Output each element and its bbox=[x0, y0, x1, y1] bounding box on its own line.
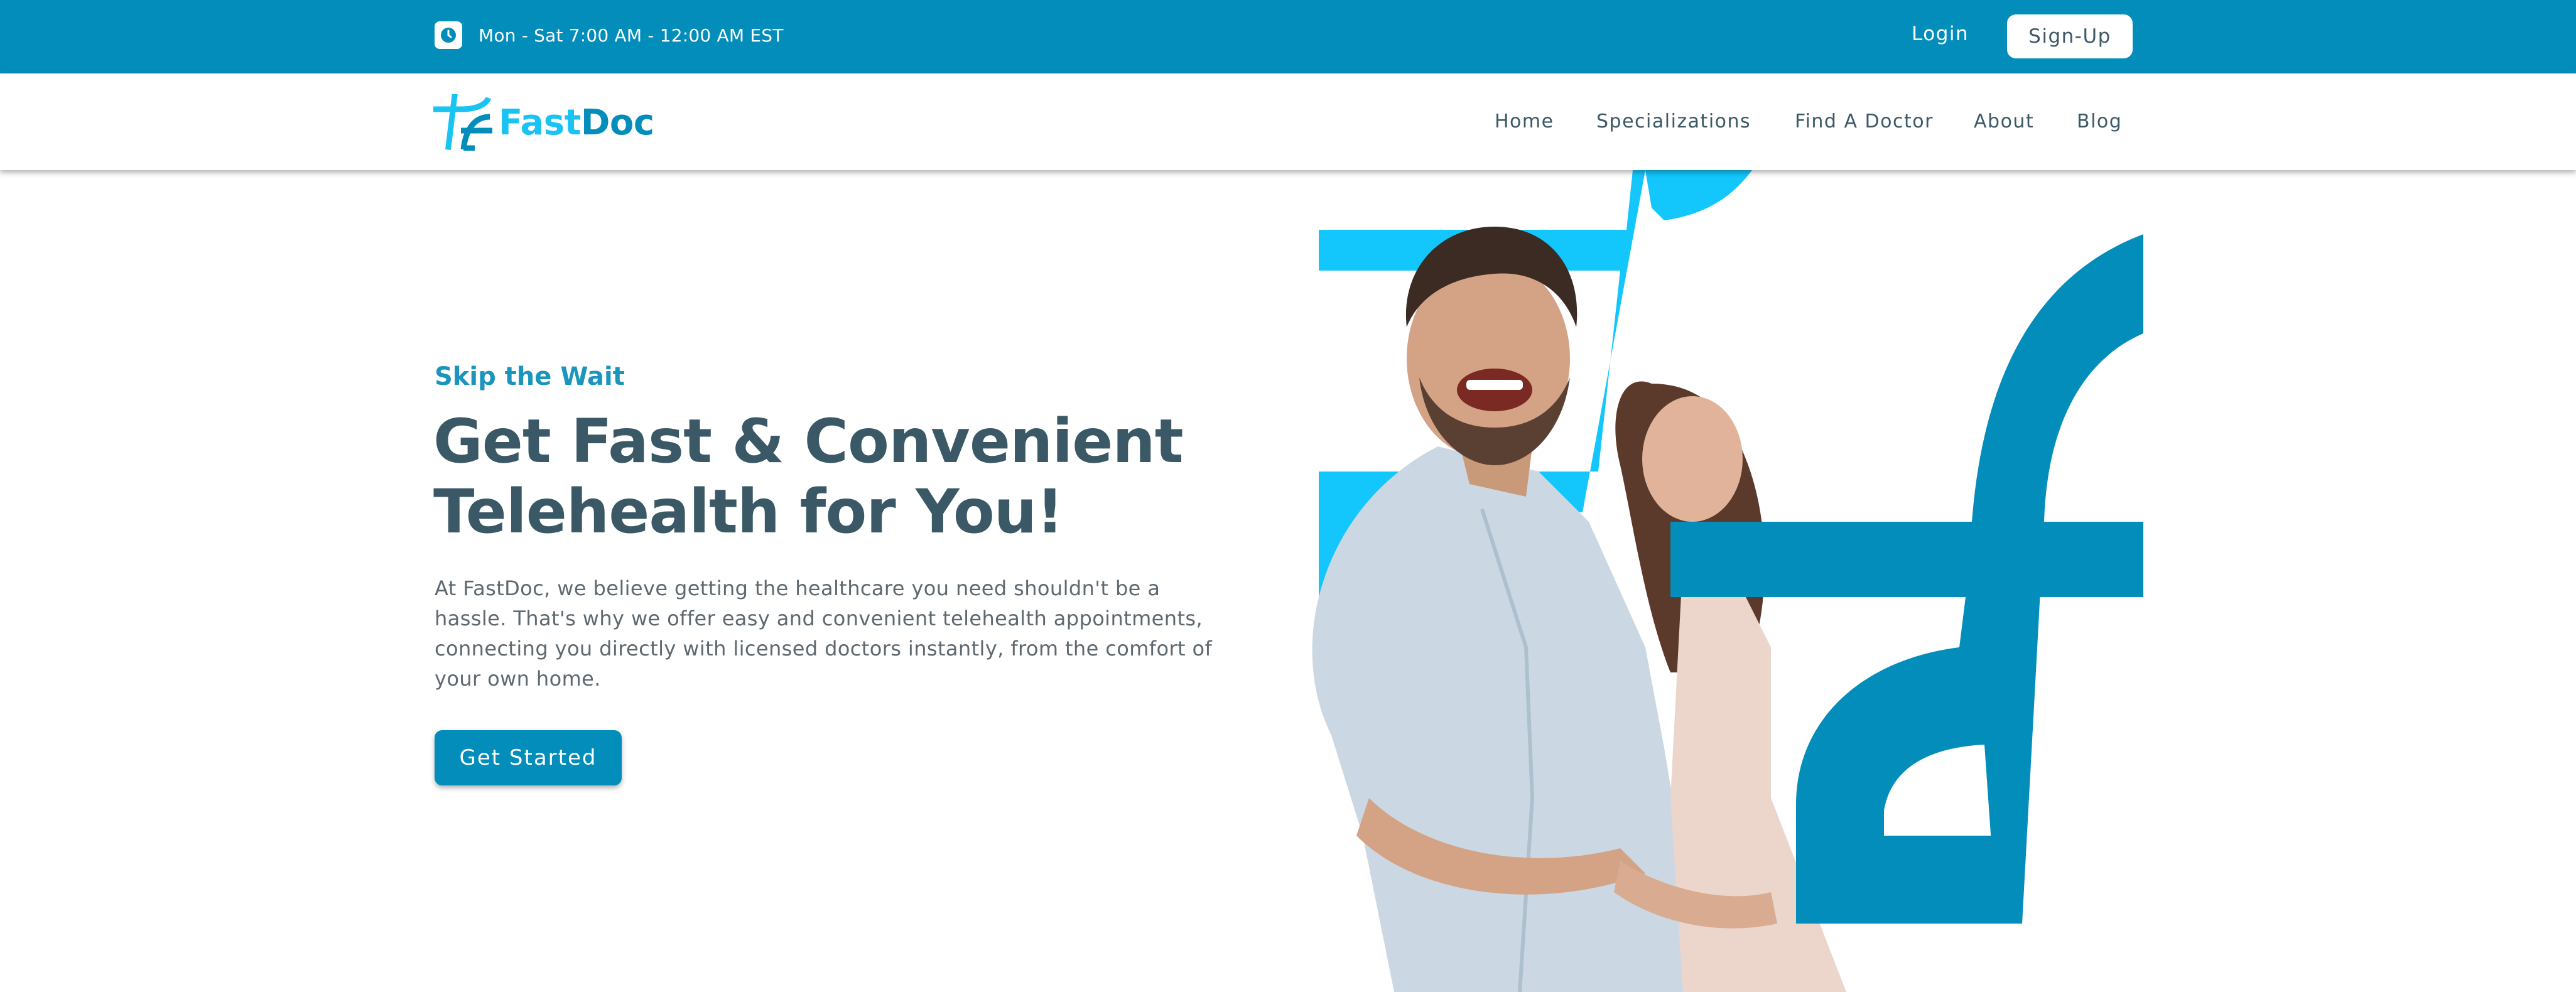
signup-button[interactable]: Sign-Up bbox=[2007, 14, 2133, 58]
hero-headline-line-2: Telehealth for You! bbox=[433, 477, 1064, 547]
nav-about[interactable]: About bbox=[1974, 111, 2034, 132]
hero-image bbox=[1294, 170, 2148, 992]
top-bar: Mon - Sat 7:00 AM - 12:00 AM EST Login S… bbox=[0, 0, 2576, 73]
hero-eyebrow: Skip the Wait bbox=[435, 362, 625, 391]
hero-description-line-2: hassle. That's why we offer easy and con… bbox=[435, 607, 1203, 630]
clock-icon bbox=[435, 21, 462, 49]
brand-name-fast: Fast bbox=[499, 102, 581, 143]
hero-description-line-4: your own home. bbox=[435, 667, 601, 691]
brand-name: FastDoc bbox=[499, 102, 654, 143]
get-started-button[interactable]: Get Started bbox=[435, 730, 622, 785]
hero-headline-line-1: Get Fast & Convenient bbox=[433, 406, 1184, 477]
main-navbar: FastDoc Home Specializations Find A Doct… bbox=[0, 73, 2576, 170]
fastdoc-logo-icon bbox=[433, 94, 492, 151]
nav-specializations[interactable]: Specializations bbox=[1596, 111, 1751, 132]
nav-blog[interactable]: Blog bbox=[2077, 111, 2122, 132]
hero-description: At FastDoc, we believe getting the healt… bbox=[435, 573, 1251, 694]
nav-find-a-doctor[interactable]: Find A Doctor bbox=[1795, 111, 1934, 132]
hero-headline: Get Fast & Convenient Telehealth for You… bbox=[433, 406, 1218, 547]
business-hours-text: Mon - Sat 7:00 AM - 12:00 AM EST bbox=[479, 24, 784, 46]
hero-description-line-3: connecting you directly with licensed do… bbox=[435, 637, 1213, 660]
brand-name-doc: Doc bbox=[580, 102, 654, 143]
hero-description-line-1: At FastDoc, we believe getting the healt… bbox=[435, 576, 1161, 600]
nav-home[interactable]: Home bbox=[1495, 111, 1554, 132]
business-hours: Mon - Sat 7:00 AM - 12:00 AM EST bbox=[435, 21, 784, 49]
login-link[interactable]: Login bbox=[1912, 23, 1969, 45]
couple-illustration bbox=[1312, 227, 1846, 992]
brand-logo[interactable]: FastDoc bbox=[433, 94, 654, 151]
